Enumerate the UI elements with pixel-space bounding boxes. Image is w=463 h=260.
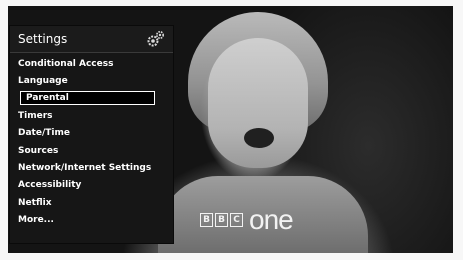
channel-logo: B B C one: [200, 204, 294, 235]
menu-item-label: Network/Internet Settings: [18, 163, 152, 174]
menu-item-label: Sources: [18, 145, 59, 156]
bbc-letter-b2: B: [215, 213, 228, 227]
settings-menu-header: Settings: [10, 26, 173, 53]
menu-item-timers[interactable]: Timers: [10, 107, 173, 124]
menu-item-network-internet-settings[interactable]: Network/Internet Settings: [10, 159, 173, 176]
menu-item-label: Date/Time: [18, 128, 70, 139]
settings-menu-title: Settings: [18, 32, 68, 46]
bbc-letter-b1: B: [200, 213, 213, 227]
menu-item-netflix[interactable]: Netflix: [10, 194, 173, 211]
settings-menu: Settings Conditional Access Language Par…: [10, 26, 173, 243]
settings-menu-list: Conditional Access Language Parental Tim…: [10, 53, 173, 229]
menu-item-parental[interactable]: Parental: [20, 90, 157, 107]
menu-item-sources[interactable]: Sources: [10, 142, 173, 159]
menu-item-label: More...: [18, 215, 54, 226]
menu-item-conditional-access[interactable]: Conditional Access: [10, 55, 173, 72]
menu-item-label: Parental: [26, 93, 69, 104]
menu-item-language[interactable]: Language: [10, 72, 173, 89]
menu-item-label: Accessibility: [18, 180, 82, 191]
menu-item-label: Netflix: [18, 197, 52, 208]
bbc-letter-c: C: [230, 213, 243, 227]
gear-settings-icon: [147, 30, 165, 48]
channel-name: one: [249, 204, 294, 235]
menu-item-date-time[interactable]: Date/Time: [10, 125, 173, 142]
tv-screen-frame: B B C one Settings Conditional Access La…: [0, 0, 463, 260]
menu-item-more[interactable]: More...: [10, 212, 173, 229]
presenter-face: [208, 38, 308, 168]
menu-item-label: Timers: [18, 110, 53, 121]
menu-item-label: Language: [18, 76, 68, 87]
menu-selection-highlight: Parental: [20, 91, 155, 106]
menu-item-accessibility[interactable]: Accessibility: [10, 177, 173, 194]
menu-item-label: Conditional Access: [18, 58, 114, 69]
presenter-mouth: [244, 128, 274, 148]
bbc-logo: B B C: [200, 213, 243, 227]
